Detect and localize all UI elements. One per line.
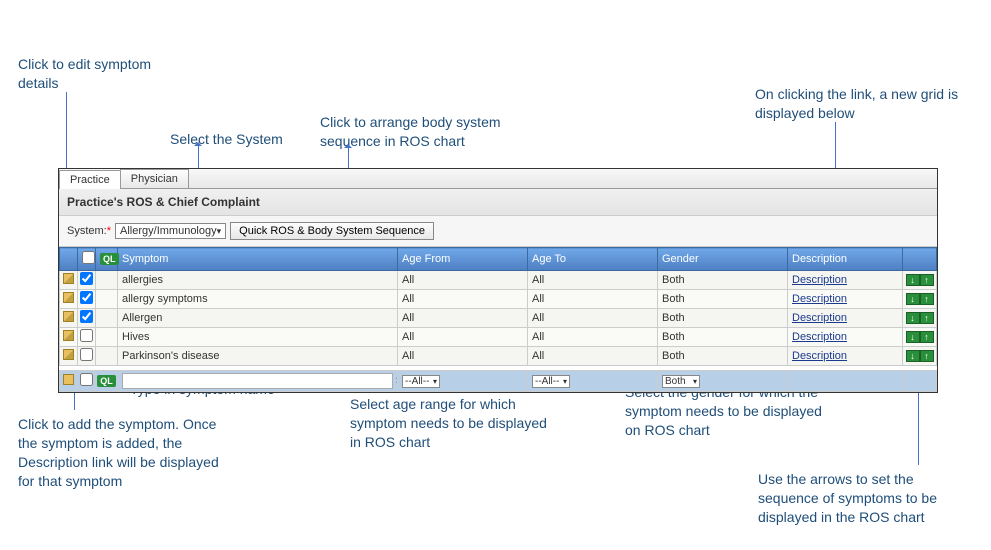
tab-practice[interactable]: Practice	[59, 170, 121, 189]
system-select-value: Allergy/Immunology	[120, 225, 217, 237]
age-from-select[interactable]: --All--▾	[402, 375, 440, 388]
app-frame: Practice Physician Practice's ROS & Chie…	[58, 168, 938, 393]
move-down-icon[interactable]: ↓	[906, 312, 920, 324]
table-row: allergiesAllAllBothDescription↓↑	[60, 271, 937, 290]
callout-desc-link: On clicking the link, a new grid is disp…	[755, 85, 960, 123]
callout-select-system: Select the System	[170, 130, 283, 149]
chevron-down-icon: ▾	[217, 226, 222, 237]
callout-edit: Click to edit symptom details	[18, 55, 188, 93]
chevron-down-icon: ▾	[563, 377, 567, 386]
edit-icon[interactable]	[63, 292, 74, 303]
col-description: Description	[788, 248, 903, 271]
callout-sequence: Click to arrange body system sequence in…	[320, 113, 540, 151]
description-link[interactable]: Description	[792, 274, 847, 286]
cell-symptom: allergy symptoms	[118, 290, 398, 309]
edit-icon[interactable]	[63, 349, 74, 360]
row-checkbox[interactable]	[80, 348, 93, 361]
move-up-icon[interactable]: ↑	[920, 293, 934, 305]
row-checkbox[interactable]	[80, 291, 93, 304]
move-up-icon[interactable]: ↑	[920, 350, 934, 362]
cell-age-from: All	[398, 290, 528, 309]
symptom-name-input[interactable]	[122, 373, 393, 389]
cell-age-to: All	[528, 271, 658, 290]
spinner-down-icon[interactable]: ▼	[395, 381, 398, 387]
chevron-down-icon: ▾	[693, 377, 697, 386]
edit-icon[interactable]	[63, 311, 74, 322]
cell-age-from: All	[398, 271, 528, 290]
description-link[interactable]: Description	[792, 293, 847, 305]
move-up-icon[interactable]: ↑	[920, 274, 934, 286]
col-symptom: Symptom	[118, 248, 398, 271]
cell-symptom: allergies	[118, 271, 398, 290]
table-row: allergy symptomsAllAllBothDescription↓↑	[60, 290, 937, 309]
new-symptom-row: QL▲▼*--All--▾--All--▾Both▾	[60, 371, 937, 392]
tab-physician[interactable]: Physician	[120, 169, 189, 188]
cell-gender: Both	[658, 347, 788, 366]
system-select[interactable]: Allergy/Immunology ▾	[115, 223, 226, 239]
move-up-icon[interactable]: ↑	[920, 331, 934, 343]
description-link[interactable]: Description	[792, 350, 847, 362]
cell-gender: Both	[658, 328, 788, 347]
cell-age-to: All	[528, 290, 658, 309]
cell-gender: Both	[658, 309, 788, 328]
col-age-to: Age To	[528, 248, 658, 271]
ql-badge[interactable]: QL	[97, 375, 116, 387]
cell-gender: Both	[658, 290, 788, 309]
table-row: HivesAllAllBothDescription↓↑	[60, 328, 937, 347]
system-label: System:*	[67, 225, 111, 237]
cell-age-to: All	[528, 328, 658, 347]
row-checkbox[interactable]	[80, 329, 93, 342]
new-row-checkbox[interactable]	[80, 373, 93, 386]
description-link[interactable]: Description	[792, 312, 847, 324]
gender-select[interactable]: Both▾	[662, 375, 700, 388]
move-down-icon[interactable]: ↓	[906, 293, 920, 305]
move-up-icon[interactable]: ↑	[920, 312, 934, 324]
row-checkbox[interactable]	[80, 310, 93, 323]
section-title: Practice's ROS & Chief Complaint	[59, 189, 937, 216]
header-checkbox[interactable]	[82, 251, 95, 264]
toolbar: System:* Allergy/Immunology ▾ Quick ROS …	[59, 216, 937, 247]
move-down-icon[interactable]: ↓	[906, 274, 920, 286]
table-row: AllergenAllAllBothDescription↓↑	[60, 309, 937, 328]
chevron-down-icon: ▾	[433, 377, 437, 386]
callout-age-range: Select age range for which symptom needs…	[350, 395, 550, 452]
ql-header-badge: QL	[100, 253, 119, 265]
cell-age-from: All	[398, 309, 528, 328]
callout-arrows: Use the arrows to set the sequence of sy…	[758, 470, 973, 527]
cell-age-to: All	[528, 309, 658, 328]
description-link[interactable]: Description	[792, 331, 847, 343]
move-down-icon[interactable]: ↓	[906, 350, 920, 362]
move-down-icon[interactable]: ↓	[906, 331, 920, 343]
sequence-button[interactable]: Quick ROS & Body System Sequence	[230, 222, 434, 240]
cell-age-to: All	[528, 347, 658, 366]
col-gender: Gender	[658, 248, 788, 271]
age-to-select[interactable]: --All--▾	[532, 375, 570, 388]
cell-gender: Both	[658, 271, 788, 290]
edit-icon[interactable]	[63, 330, 74, 341]
cell-symptom: Parkinson's disease	[118, 347, 398, 366]
col-age-from: Age From	[398, 248, 528, 271]
symptom-grid: QL Symptom Age From Age To Gender Descri…	[59, 247, 937, 392]
row-checkbox[interactable]	[80, 272, 93, 285]
tab-bar: Practice Physician	[59, 169, 937, 189]
edit-icon[interactable]	[63, 273, 74, 284]
cell-symptom: Allergen	[118, 309, 398, 328]
callout-add-symptom: Click to add the symptom. Once the sympt…	[18, 415, 233, 491]
cell-age-from: All	[398, 328, 528, 347]
cell-age-from: All	[398, 347, 528, 366]
table-row: Parkinson's diseaseAllAllBothDescription…	[60, 347, 937, 366]
cell-symptom: Hives	[118, 328, 398, 347]
add-symptom-icon[interactable]	[63, 374, 74, 385]
